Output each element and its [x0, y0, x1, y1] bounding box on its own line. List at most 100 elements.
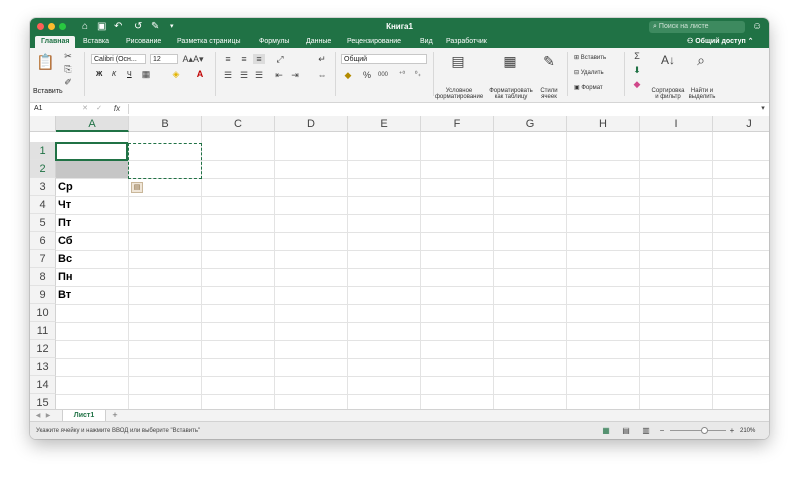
- sort-filter-icon[interactable]: A↓: [658, 52, 678, 68]
- bold-button[interactable]: Ж: [96, 70, 102, 79]
- number-format-select[interactable]: Общий: [341, 54, 427, 64]
- tab-insert[interactable]: Вставка: [83, 36, 109, 48]
- italic-button[interactable]: К: [112, 70, 116, 79]
- worksheet-grid[interactable]: A B C D E F G H I J 1 2 3 4 5 6 7 8 9 10…: [30, 116, 769, 409]
- find-select-icon[interactable]: ⌕: [692, 52, 710, 68]
- clipboard-paste-icon[interactable]: 📋: [36, 54, 55, 72]
- smiley-feedback-icon[interactable]: ☺: [752, 20, 762, 33]
- format-as-table-label[interactable]: Форматировать как таблицу: [486, 88, 536, 100]
- fill-icon[interactable]: ⬇: [631, 65, 643, 75]
- increase-indent-icon[interactable]: ⇥: [289, 70, 301, 80]
- column-header-i[interactable]: I: [640, 116, 713, 132]
- clear-icon[interactable]: ◆: [631, 79, 643, 89]
- active-cell-a1[interactable]: [55, 142, 128, 161]
- row-header-13[interactable]: 13: [30, 358, 56, 376]
- font-size-select[interactable]: 12: [150, 54, 178, 64]
- formula-input[interactable]: [128, 104, 758, 114]
- zoom-slider-thumb[interactable]: [701, 427, 708, 434]
- row-header-10[interactable]: 10: [30, 304, 56, 322]
- orientation-icon[interactable]: ⤢: [273, 54, 287, 64]
- row-header-3[interactable]: 3: [30, 178, 56, 196]
- page-break-view-icon[interactable]: ▥: [640, 426, 652, 436]
- align-middle-icon[interactable]: ≡: [238, 54, 250, 64]
- cell-a3[interactable]: Ср: [58, 178, 73, 196]
- increase-decimal-icon[interactable]: ⁺⁰: [396, 70, 408, 80]
- cell-a8[interactable]: Пн: [58, 268, 73, 286]
- insert-function-icon[interactable]: fx: [110, 104, 124, 114]
- column-header-b[interactable]: B: [129, 116, 202, 132]
- row-header-9[interactable]: 9: [30, 286, 56, 304]
- sort-filter-label[interactable]: Сортировка и фильтр: [650, 88, 686, 100]
- conditional-formatting-label[interactable]: Условное форматирование: [435, 88, 483, 100]
- add-sheet-button[interactable]: +: [110, 410, 120, 420]
- column-header-g[interactable]: G: [494, 116, 567, 132]
- copy-icon[interactable]: ⎘: [62, 64, 74, 74]
- align-center-icon[interactable]: ☰: [238, 70, 250, 80]
- zoom-slider-track[interactable]: [670, 430, 726, 431]
- column-header-e[interactable]: E: [348, 116, 421, 132]
- align-left-icon[interactable]: ☰: [222, 70, 234, 80]
- row-header-6[interactable]: 6: [30, 232, 56, 250]
- format-as-table-icon[interactable]: ▦: [500, 52, 520, 70]
- column-header-h[interactable]: H: [567, 116, 640, 132]
- select-all-corner[interactable]: [30, 116, 56, 132]
- underline-button[interactable]: Ч: [127, 70, 132, 79]
- sheet-search-field[interactable]: ⌕ Поиск на листе: [649, 21, 745, 33]
- column-header-a[interactable]: A: [56, 116, 129, 132]
- sheet-tab-1[interactable]: Лист1: [62, 410, 106, 421]
- row-header-11[interactable]: 11: [30, 322, 56, 340]
- font-color-icon[interactable]: A: [194, 69, 206, 79]
- normal-view-icon[interactable]: ▦: [600, 426, 612, 436]
- tab-page-layout[interactable]: Разметка страницы: [177, 36, 241, 48]
- page-layout-view-icon[interactable]: ▤: [620, 426, 632, 436]
- column-header-j[interactable]: J: [713, 116, 769, 132]
- cut-icon[interactable]: ✂: [62, 51, 74, 61]
- paste-options-icon[interactable]: ▤: [131, 182, 143, 193]
- share-button[interactable]: ⚇ Общий доступ ⌃: [687, 36, 754, 48]
- column-header-f[interactable]: F: [421, 116, 494, 132]
- cell-a6[interactable]: Сб: [58, 232, 73, 250]
- autosum-icon[interactable]: Σ: [631, 51, 643, 61]
- align-right-icon[interactable]: ☰: [253, 70, 265, 80]
- zoom-out-icon[interactable]: −: [658, 426, 666, 436]
- row-header-2[interactable]: 2: [30, 160, 56, 178]
- decrease-indent-icon[interactable]: ⇤: [273, 70, 285, 80]
- cell-a5[interactable]: Пт: [58, 214, 71, 232]
- cell-styles-icon[interactable]: ✎: [539, 52, 559, 70]
- merge-center-icon[interactable]: ⇔: [315, 70, 329, 80]
- tab-review[interactable]: Рецензирование: [347, 36, 401, 48]
- percent-icon[interactable]: %: [362, 70, 372, 80]
- cell-styles-label[interactable]: Стили ячеек: [536, 88, 562, 100]
- tab-draw[interactable]: Рисование: [126, 36, 161, 48]
- cell-a9[interactable]: Вт: [58, 286, 71, 304]
- column-header-c[interactable]: C: [202, 116, 275, 132]
- fill-color-icon[interactable]: ◈: [170, 69, 182, 79]
- wrap-text-icon[interactable]: ↵: [315, 54, 329, 64]
- insert-cells-button[interactable]: ⊞ Вставить: [574, 54, 606, 63]
- tab-home[interactable]: Главная: [35, 36, 76, 48]
- name-box[interactable]: A1: [32, 104, 74, 114]
- delete-cells-button[interactable]: ⊟ Удалить: [574, 69, 604, 78]
- row-header-7[interactable]: 7: [30, 250, 56, 268]
- thousands-separator-icon[interactable]: 000: [376, 70, 390, 80]
- row-header-14[interactable]: 14: [30, 376, 56, 394]
- cell-a4[interactable]: Чт: [58, 196, 71, 214]
- currency-icon[interactable]: ◆: [341, 70, 355, 80]
- row-header-1[interactable]: 1: [30, 142, 56, 160]
- font-size-grow-icon[interactable]: A▴A▾: [181, 54, 205, 64]
- prev-sheet-icon[interactable]: ◀: [34, 411, 42, 421]
- decrease-decimal-icon[interactable]: ⁰₊: [412, 70, 424, 80]
- align-bottom-icon[interactable]: ≡: [253, 54, 265, 64]
- confirm-entry-icon[interactable]: ✓: [94, 104, 104, 114]
- cell-a7[interactable]: Вс: [58, 250, 72, 268]
- row-header-12[interactable]: 12: [30, 340, 56, 358]
- cancel-entry-icon[interactable]: ✕: [80, 104, 90, 114]
- row-header-8[interactable]: 8: [30, 268, 56, 286]
- expand-formula-bar-icon[interactable]: ▾: [758, 104, 768, 114]
- zoom-level[interactable]: 210%: [740, 427, 755, 436]
- align-top-icon[interactable]: ≡: [222, 54, 234, 64]
- column-header-d[interactable]: D: [275, 116, 348, 132]
- tab-data[interactable]: Данные: [306, 36, 331, 48]
- borders-icon[interactable]: ▦: [140, 69, 152, 79]
- find-select-label[interactable]: Найти и выделить: [686, 88, 718, 100]
